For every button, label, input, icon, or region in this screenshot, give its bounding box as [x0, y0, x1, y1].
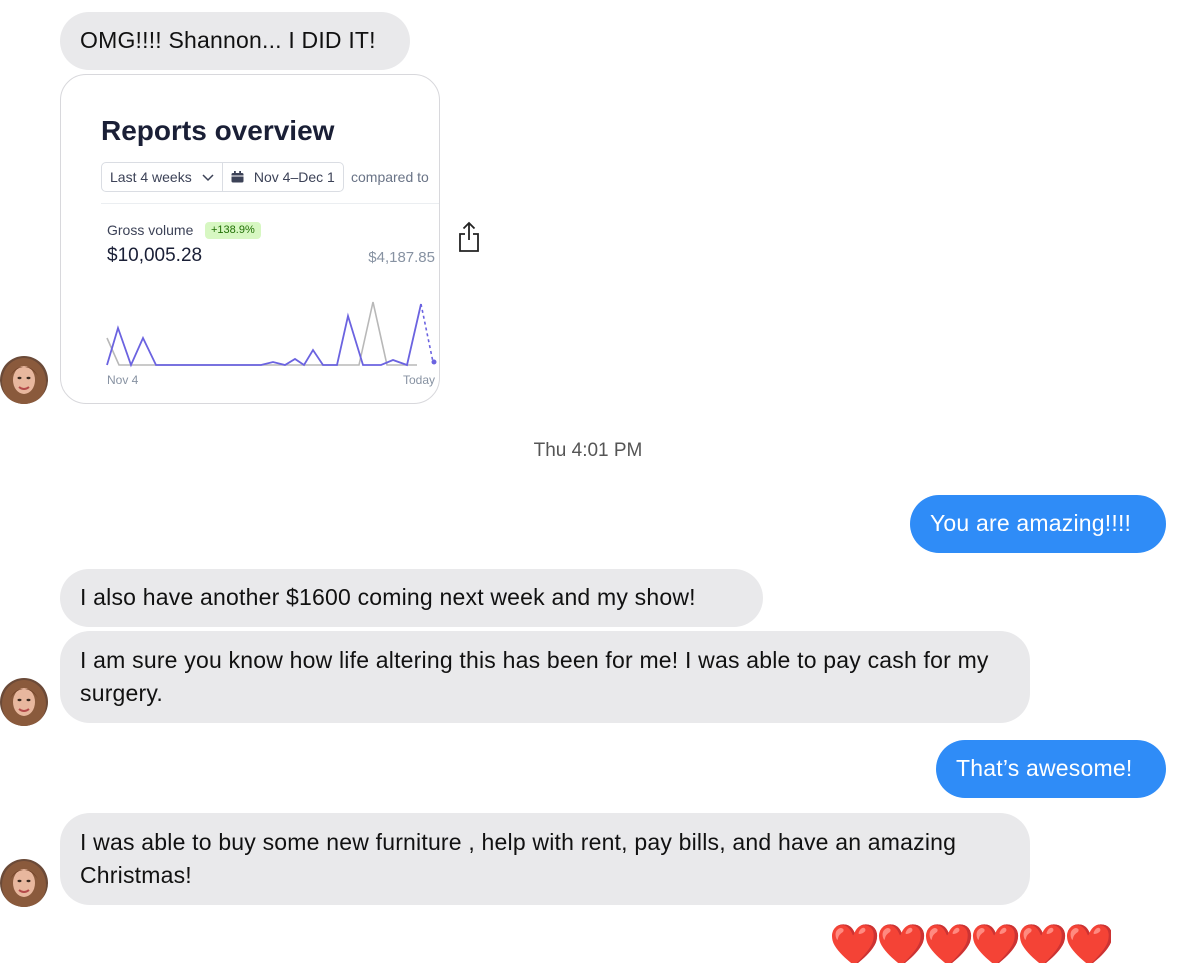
axis-end-label: Today	[402, 373, 435, 387]
avatar[interactable]	[0, 678, 48, 726]
share-icon[interactable]	[456, 220, 482, 254]
avatar[interactable]	[0, 356, 48, 404]
message-bubble-received[interactable]: I am sure you know how life altering thi…	[60, 631, 1030, 723]
range-filter: Last 4 weeks	[101, 162, 223, 192]
avatar[interactable]	[0, 859, 48, 907]
message-text: I am sure you know how life altering thi…	[80, 647, 989, 706]
message-bubble-received[interactable]: OMG!!!! Shannon... I DID IT!	[60, 12, 410, 70]
timestamp: Thu 4:01 PM	[533, 440, 643, 461]
metric-label: Gross volume	[107, 222, 194, 238]
message-text: You are amazing!!!!	[930, 510, 1132, 536]
today-point	[431, 359, 437, 365]
message-text: I was able to buy some new furniture , h…	[80, 829, 957, 888]
date-filter: Nov 4–Dec 1	[222, 162, 344, 192]
date-filter-label: Nov 4–Dec 1	[253, 169, 335, 185]
message-text: OMG!!!! Shannon... I DID IT!	[80, 27, 376, 53]
compare-value: $4,187.85	[368, 249, 435, 266]
gross-volume-sparkline	[106, 301, 437, 368]
message-bubble-received[interactable]: I was able to buy some new furniture , h…	[60, 813, 1030, 905]
message-bubble-sent[interactable]: That’s awesome!	[936, 740, 1166, 798]
chevron-down-icon	[202, 163, 214, 191]
report-screenshot-attachment[interactable]: Reports overview Last 4 weeks Nov 4–Dec …	[60, 74, 440, 404]
message-bubble-sent[interactable]: You are amazing!!!!	[910, 495, 1166, 553]
current-period-projection	[420, 303, 434, 363]
previous-period-line	[106, 301, 417, 366]
message-text: That’s awesome!	[956, 755, 1133, 781]
report-title: Reports overview	[101, 115, 335, 146]
metric-value: $10,005.28	[107, 245, 203, 266]
message-bubble-received[interactable]: I also have another $1600 coming next we…	[60, 569, 763, 627]
current-period-line	[106, 303, 422, 368]
compare-label: compared to	[351, 169, 429, 185]
range-filter-label: Last 4 weeks	[110, 169, 192, 185]
divider	[101, 203, 439, 204]
axis-start-label: Nov 4	[107, 373, 139, 387]
message-text: I also have another $1600 coming next we…	[80, 584, 696, 610]
change-badge: +138.9%	[205, 222, 261, 239]
calendar-icon	[231, 164, 244, 192]
heart-reaction-emojis: ❤️❤️❤️❤️❤️❤️	[829, 922, 1112, 963]
